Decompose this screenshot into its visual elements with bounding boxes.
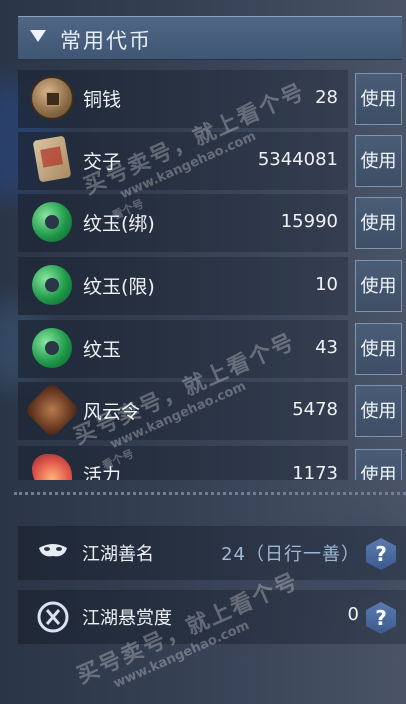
token-count: 15990: [280, 211, 338, 232]
use-button[interactable]: 使用: [355, 260, 402, 312]
mask-icon: [39, 544, 67, 557]
token-count: 1173: [292, 463, 338, 480]
copper-coin-icon: [32, 78, 72, 118]
section-divider: [14, 492, 406, 495]
token-count: 28: [315, 87, 338, 108]
bounty-value: 0: [347, 604, 360, 625]
token-name: 铜钱: [83, 89, 122, 111]
use-button[interactable]: 使用: [355, 135, 402, 187]
token-row: 纹玉(绑) 15990 使用: [18, 194, 402, 252]
reputation-row: 江湖善名 24（日行一善） ?: [18, 526, 406, 580]
bounty-icon: [37, 601, 69, 633]
jade-bound-icon: [32, 202, 72, 242]
token-name: 纹玉(限): [83, 276, 155, 298]
use-button[interactable]: 使用: [355, 73, 402, 125]
reputation-label: 江湖善名: [82, 544, 154, 565]
token-row: 纹玉(限) 10 使用: [18, 257, 402, 315]
jade-limited-icon: [32, 265, 72, 305]
reputation-value: 24（日行一善）: [221, 544, 360, 565]
token-name: 纹玉: [83, 339, 122, 361]
use-button[interactable]: 使用: [355, 449, 402, 480]
use-button[interactable]: 使用: [355, 197, 402, 249]
use-button[interactable]: 使用: [355, 385, 402, 437]
token-row: 活力 1173 使用: [18, 446, 402, 480]
token-count: 10: [315, 274, 338, 295]
use-button[interactable]: 使用: [355, 323, 402, 375]
token-count: 5478: [292, 399, 338, 420]
jade-icon: [32, 328, 72, 368]
token-count: 43: [315, 337, 338, 358]
